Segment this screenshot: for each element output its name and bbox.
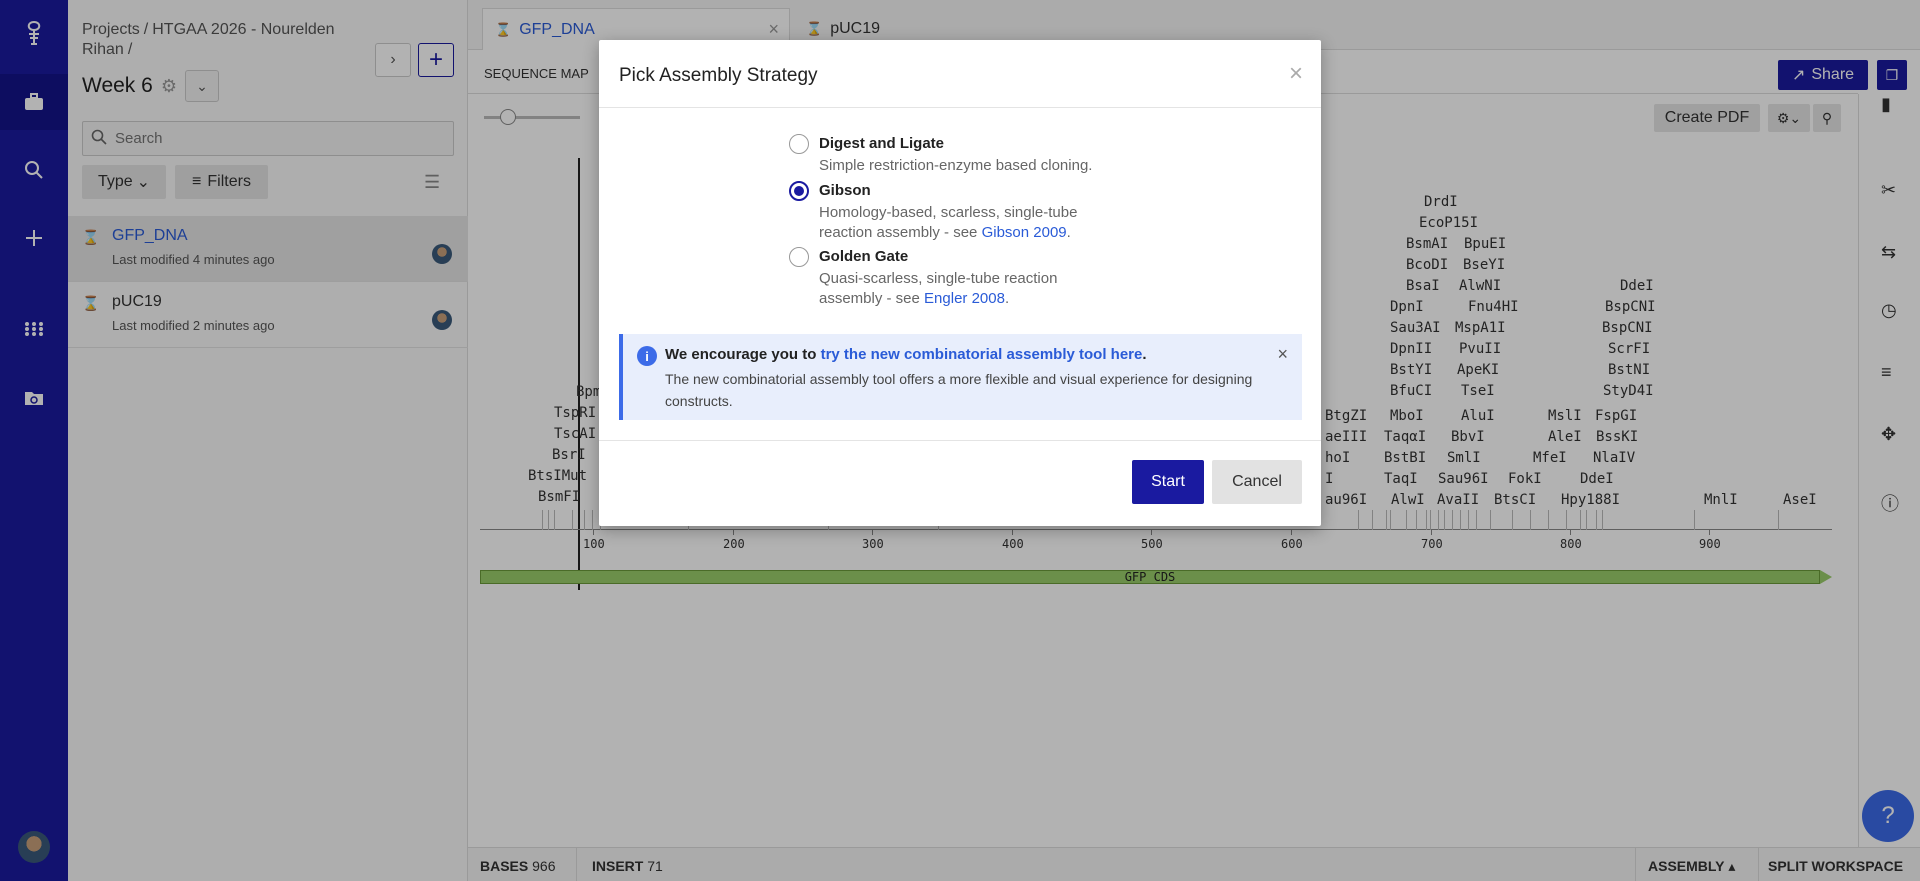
banner-body: The new combinatorial assembly tool offe…: [665, 371, 1253, 409]
start-label: Start: [1151, 473, 1185, 490]
gibson-link[interactable]: Gibson 2009: [982, 224, 1067, 241]
option-label: Gibson: [819, 182, 871, 199]
start-button[interactable]: Start: [1132, 460, 1204, 504]
option-desc: Simple restriction-enzyme based cloning.: [819, 157, 1093, 174]
close-icon[interactable]: ×: [1289, 60, 1303, 88]
assembly-strategy-dialog: Pick Assembly Strategy × Digest and Liga…: [599, 40, 1321, 526]
radio-golden-gate[interactable]: [789, 247, 809, 267]
cancel-label: Cancel: [1232, 473, 1282, 490]
option-desc: Homology-based, scarless, single-tube re…: [819, 204, 1078, 241]
dialog-title: Pick Assembly Strategy: [619, 65, 818, 86]
option-label: Digest and Ligate: [819, 135, 945, 152]
dialog-divider: [599, 440, 1321, 441]
banner-prefix: We encourage you to: [665, 346, 821, 363]
modal-backdrop[interactable]: Pick Assembly Strategy × Digest and Liga…: [0, 0, 1920, 881]
radio-digest-ligate[interactable]: [789, 134, 809, 154]
banner-title: We encourage you to try the new combinat…: [665, 346, 1147, 363]
info-icon: i: [637, 346, 657, 366]
dialog-header: Pick Assembly Strategy ×: [599, 40, 1321, 108]
close-icon[interactable]: ×: [1277, 344, 1288, 365]
cancel-button[interactable]: Cancel: [1212, 460, 1302, 504]
radio-gibson[interactable]: [789, 181, 809, 201]
engler-link[interactable]: Engler 2008: [924, 290, 1005, 307]
option-label: Golden Gate: [819, 248, 909, 265]
combinatorial-tool-link[interactable]: try the new combinatorial assembly tool …: [821, 346, 1143, 363]
option-desc: Quasi-scarless, single-tube reaction ass…: [819, 270, 1058, 307]
info-banner: i We encourage you to try the new combin…: [619, 334, 1302, 420]
